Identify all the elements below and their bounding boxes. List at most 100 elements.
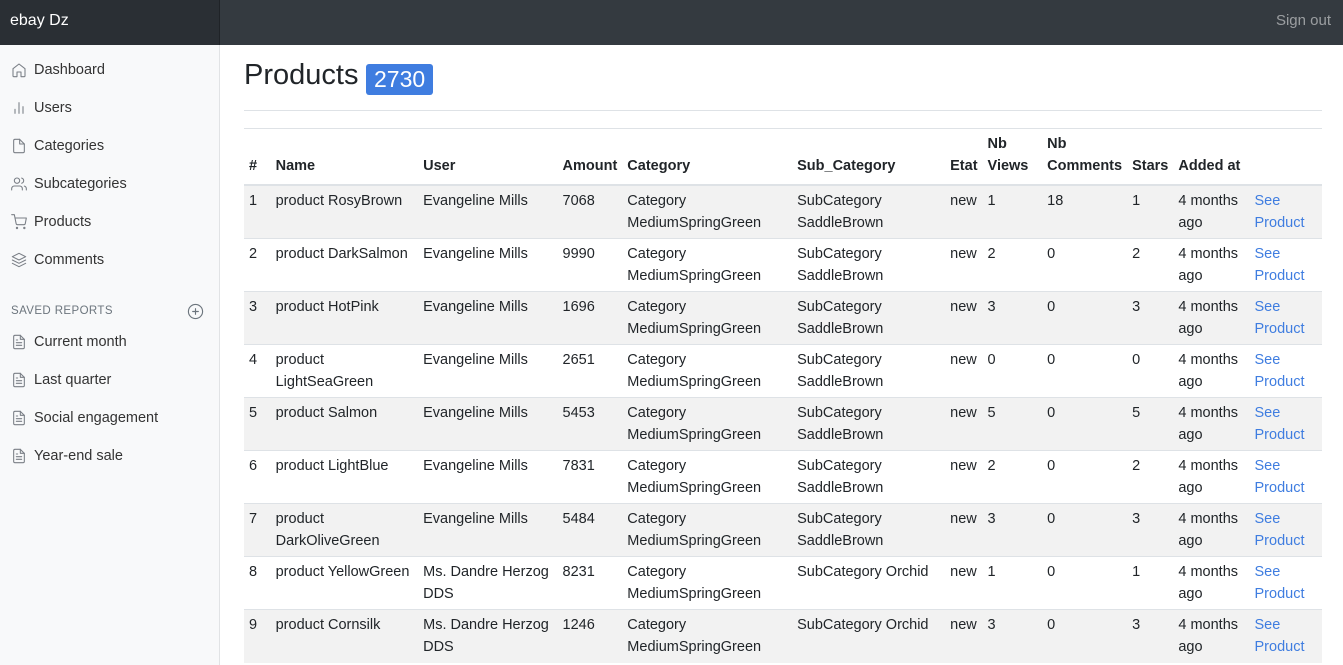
cell-user: Evangeline Mills [418, 450, 558, 504]
see-product-link[interactable]: See Product [1255, 405, 1305, 443]
cell-sub-category: SubCategory SaddleBrown [792, 291, 946, 345]
see-product-link[interactable]: See Product [1255, 352, 1305, 390]
cell-num: 9 [244, 609, 271, 663]
cell-sub-category: SubCategory SaddleBrown [792, 238, 946, 292]
column-header-category: Category [622, 128, 793, 186]
sidebar-item-label: Products [34, 214, 92, 230]
cell-nb-comments: 0 [1042, 238, 1128, 292]
cell-etat: new [945, 291, 983, 345]
cell-user: Evangeline Mills [418, 184, 558, 239]
cell-amount: 9990 [557, 238, 623, 292]
sidebar-report-current-month[interactable]: Current month [10, 330, 127, 354]
sidebar-report-label: Social engagement [34, 410, 159, 426]
table-row: 6 product LightBlue Evangeline Mills 7831 Ca… [244, 450, 1322, 504]
sidebar-item-label: Comments [34, 252, 105, 268]
sidebar-item-comments[interactable]: Comments [10, 248, 104, 272]
cell-action: See Product [1249, 397, 1322, 451]
cell-num: 4 [244, 344, 271, 398]
column-header-num: # [244, 128, 271, 186]
file-icon [10, 138, 27, 155]
cell-sub-category: SubCategory SaddleBrown [792, 344, 946, 398]
cell-stars: 0 [1127, 344, 1174, 398]
table-row: 4 product LightSeaGreen Evangeline Mills 26… [244, 344, 1322, 398]
cell-user: Ms. Dandre Herzog DDS [418, 556, 558, 610]
cell-name: product YellowGreen [270, 556, 419, 610]
cell-sub-category: SubCategory SaddleBrown [792, 184, 946, 239]
cell-stars: 1 [1127, 556, 1174, 610]
column-header-action [1249, 128, 1322, 186]
cell-stars: 3 [1127, 503, 1174, 557]
cell-category: Category MediumSpringGreen [622, 344, 793, 398]
cell-category: Category MediumSpringGreen [622, 450, 793, 504]
column-header-etat: Etat [945, 128, 983, 186]
cell-stars: 1 [1127, 184, 1174, 239]
cell-added-at: 4 months ago [1173, 609, 1250, 663]
cell-num: 2 [244, 238, 271, 292]
cell-name: product LightSeaGreen [270, 344, 419, 398]
cell-sub-category: SubCategory SaddleBrown [792, 397, 946, 451]
cell-amount: 1696 [557, 291, 623, 345]
sidebar-report-social-engagement[interactable]: Social engagement [10, 406, 158, 430]
sign-out-link[interactable]: Sign out [1276, 0, 1331, 41]
top-navbar: ebay Dz Sign out [0, 0, 1343, 45]
cell-num: 5 [244, 397, 271, 451]
sidebar-item-products[interactable]: Products [10, 210, 91, 234]
cell-num: 1 [244, 184, 271, 239]
cell-etat: new [945, 344, 983, 398]
table-body: 1 product RosyBrown Evangeline Mills 7068 Ca… [244, 184, 1322, 663]
cell-stars: 5 [1127, 397, 1174, 451]
cell-action: See Product [1249, 503, 1322, 557]
column-header-line: Views [987, 158, 1029, 174]
sidebar-item-categories[interactable]: Categories [10, 134, 104, 158]
cell-sub-category: SubCategory SaddleBrown [792, 503, 946, 557]
sidebar-item-label: Subcategories [34, 176, 127, 192]
cell-etat: new [945, 450, 983, 504]
column-header-nb-views: Nb Views [982, 128, 1043, 186]
cell-etat: new [945, 184, 983, 239]
sidebar-item-dashboard[interactable]: Dashboard [10, 58, 105, 82]
cell-stars: 2 [1127, 238, 1174, 292]
cell-action: See Product [1249, 344, 1322, 398]
cell-amount: 5484 [557, 503, 623, 557]
table-row: 5 product Salmon Evangeline Mills 5453 Categ… [244, 397, 1322, 451]
cell-action: See Product [1249, 238, 1322, 292]
see-product-link[interactable]: See Product [1255, 458, 1305, 496]
users-icon [10, 176, 27, 193]
cell-added-at: 4 months ago [1173, 503, 1250, 557]
cell-category: Category MediumSpringGreen [622, 184, 793, 239]
see-product-link[interactable]: See Product [1255, 617, 1305, 655]
sidebar-report-label: Current month [34, 334, 127, 350]
cell-nb-views: 0 [982, 344, 1043, 398]
see-product-link[interactable]: See Product [1255, 511, 1305, 549]
column-header-nb-comments: Nb Comments [1042, 128, 1128, 186]
cell-nb-views: 3 [982, 503, 1043, 557]
cell-category: Category MediumSpringGreen [622, 503, 793, 557]
sidebar-report-year-end-sale[interactable]: Year-end sale [10, 444, 123, 468]
cell-nb-views: 1 [982, 184, 1043, 239]
sidebar-item-users[interactable]: Users [10, 96, 72, 120]
see-product-link[interactable]: See Product [1255, 246, 1305, 284]
see-product-link[interactable]: See Product [1255, 564, 1305, 602]
column-header-added-at: Added at [1173, 128, 1250, 186]
cell-nb-views: 3 [982, 609, 1043, 663]
cell-added-at: 4 months ago [1173, 556, 1250, 610]
bar-chart-icon [10, 100, 27, 117]
cell-name: product DarkOliveGreen [270, 503, 419, 557]
sidebar-report-last-quarter[interactable]: Last quarter [10, 368, 111, 392]
layers-icon [10, 252, 27, 269]
see-product-link[interactable]: See Product [1255, 299, 1305, 337]
cell-added-at: 4 months ago [1173, 184, 1250, 239]
plus-circle-icon[interactable] [187, 303, 204, 320]
brand-link[interactable]: ebay Dz [0, 0, 220, 45]
cell-nb-views: 2 [982, 450, 1043, 504]
column-header-amount: Amount [557, 128, 623, 186]
cell-name: product HotPink [270, 291, 419, 345]
column-header-user: User [418, 128, 558, 186]
see-product-link[interactable]: See Product [1255, 193, 1305, 231]
cell-nb-views: 1 [982, 556, 1043, 610]
cell-sub-category: SubCategory Orchid [792, 609, 946, 663]
cell-sub-category: SubCategory SaddleBrown [792, 450, 946, 504]
sidebar-item-subcategories[interactable]: Subcategories [10, 172, 127, 196]
table-row: 9 product Cornsilk Ms. Dandre Herzog DDS 12… [244, 609, 1322, 663]
cell-category: Category MediumSpringGreen [622, 291, 793, 345]
